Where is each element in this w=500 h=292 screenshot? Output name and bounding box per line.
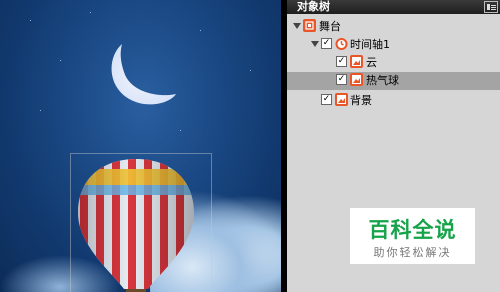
panel-header: 对象树 (287, 0, 500, 14)
stage-icon (303, 19, 316, 32)
tree-item-label: 背景 (350, 94, 372, 107)
visibility-checkbox[interactable]: ✓ (336, 56, 347, 67)
tree-item-timeline[interactable]: ✓ 时间轴1 (287, 36, 500, 54)
tree-item-label: 热气球 (366, 74, 399, 87)
image-icon (350, 73, 363, 86)
star (180, 130, 181, 131)
tree-item-cloud[interactable]: ✓ 云 (287, 54, 500, 72)
star (90, 12, 91, 13)
expand-arrow-icon[interactable] (293, 23, 301, 29)
moon-image (111, 44, 176, 105)
star (60, 60, 61, 61)
panel-menu-icon[interactable] (484, 1, 498, 13)
star (40, 110, 41, 111)
visibility-checkbox[interactable]: ✓ (336, 74, 347, 85)
tree-item-label: 云 (366, 56, 377, 69)
timeline-icon (335, 37, 348, 50)
tree-item-background[interactable]: ✓ 背景 (287, 92, 500, 110)
watermark-title: 百科全说 (368, 218, 457, 242)
panel-title: 对象树 (297, 0, 330, 13)
watermark-subtitle: 助你轻松解决 (373, 246, 452, 259)
tree-item-balloon[interactable]: ✓ 热气球 (287, 72, 500, 90)
tree-item-stage[interactable]: 舞台 (287, 18, 500, 36)
expand-arrow-icon[interactable] (311, 41, 319, 47)
star (30, 20, 31, 21)
hot-air-balloon-image[interactable] (72, 155, 200, 292)
star (250, 70, 251, 71)
image-icon (350, 55, 363, 68)
tree-item-label: 时间轴1 (350, 38, 390, 51)
image-icon (335, 93, 348, 106)
tree-item-label: 舞台 (319, 20, 341, 33)
watermark-logo: 百科全说 助你轻松解决 (350, 208, 475, 264)
visibility-checkbox[interactable]: ✓ (321, 94, 332, 105)
visibility-checkbox[interactable]: ✓ (321, 38, 332, 49)
stage-canvas[interactable] (0, 0, 287, 292)
star (200, 30, 201, 31)
